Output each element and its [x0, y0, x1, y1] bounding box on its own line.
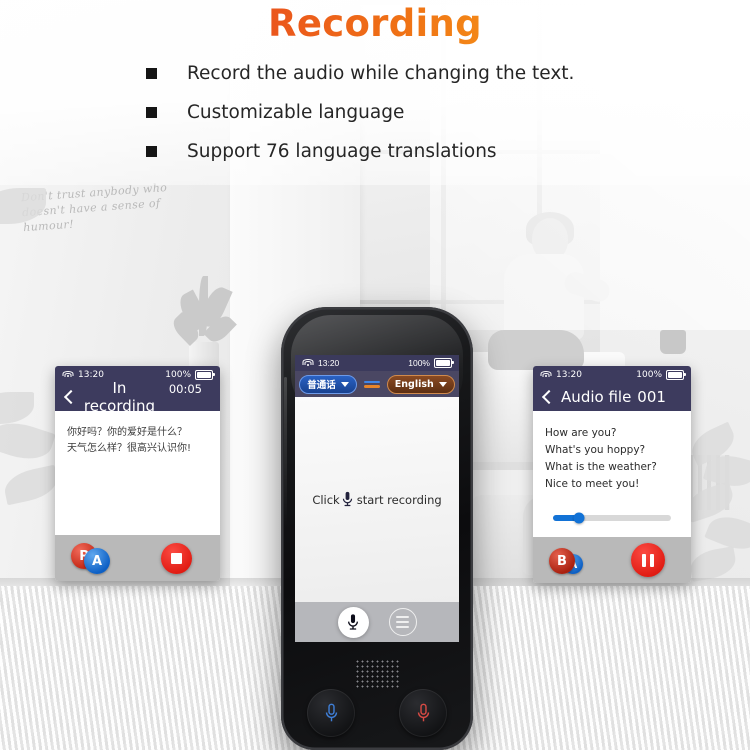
stop-recording-button[interactable]	[161, 542, 192, 574]
bullet-square-icon	[146, 107, 157, 118]
transcript-line: What's you hoppy?	[545, 444, 646, 456]
bullet-square-icon	[146, 68, 157, 79]
record-hint-prefix: Click	[312, 492, 340, 507]
hamburger-menu-icon	[396, 616, 409, 619]
transcript-line: 天气怎么样？很高兴认识你!	[67, 443, 192, 454]
nav-bar: Audio file 001	[533, 383, 691, 411]
microphone-icon	[347, 613, 359, 630]
wifi-icon	[302, 359, 313, 367]
language-badge-primary: B	[549, 548, 575, 574]
status-time: 13:20	[318, 358, 340, 368]
source-language-label: 普通话	[307, 380, 336, 391]
recording-timer: 00:05	[168, 382, 202, 396]
status-battery-percent: 100%	[408, 358, 430, 368]
language-pair-badge[interactable]: A B	[549, 545, 595, 575]
pause-playback-button[interactable]	[631, 543, 665, 577]
mug	[660, 330, 686, 354]
record-hint-suffix: start recording	[356, 492, 442, 507]
menu-button[interactable]	[388, 608, 417, 636]
nav-title: Audio file	[561, 388, 632, 406]
stop-icon	[171, 552, 182, 564]
status-battery-percent: 100%	[636, 369, 662, 380]
list-item-label: Record the audio while changing the text…	[187, 63, 575, 84]
device-bottom-bar	[295, 602, 459, 642]
microphone-icon	[417, 703, 429, 721]
battery-full-icon	[666, 369, 686, 380]
control-bar: P A	[55, 535, 220, 581]
screen-audio-file: 13:20 100% Audio file 001 How are you? W…	[533, 366, 691, 583]
microphone-icon	[342, 491, 352, 507]
page-title: Recording	[0, 2, 750, 45]
transcript-line: Nice to meet you!	[545, 478, 640, 490]
transcript-line: How are you?	[545, 427, 617, 439]
bullet-square-icon	[146, 146, 157, 157]
battery-full-icon	[195, 369, 215, 380]
record-hint: Click start recording	[312, 491, 442, 508]
slider-handle[interactable]	[573, 512, 585, 524]
transcript-area: How are you? What's you hoppy? What is t…	[533, 411, 691, 493]
pause-icon	[642, 553, 654, 567]
status-bar: 13:20 100%	[533, 366, 691, 383]
wifi-icon	[62, 370, 73, 379]
translator-device: 13:20 100% 普通话 English Click start recor…	[281, 307, 473, 750]
target-language-label: English	[394, 378, 434, 390]
list-item: Record the audio while changing the text…	[146, 62, 666, 85]
transcript-area: 你好吗？你的爱好是什么？ 天气怎么样？很高兴认识你!	[55, 411, 220, 457]
transcript-line: 你好吗？你的爱好是什么？	[67, 427, 187, 438]
transcript-line: What is the weather?	[545, 461, 657, 473]
record-button[interactable]	[337, 606, 369, 638]
nav-bar: In recording 00:05	[55, 379, 220, 415]
target-language-dropdown[interactable]: English	[386, 374, 455, 394]
right-mic-hardware-button[interactable]	[399, 689, 447, 737]
left-mic-hardware-button[interactable]	[307, 689, 355, 737]
swap-arrows-icon[interactable]	[363, 380, 380, 388]
nav-title: In recording	[83, 379, 155, 415]
source-language-dropdown[interactable]: 普通话	[299, 374, 357, 394]
status-battery-percent: 100%	[165, 369, 191, 380]
device-screen: 13:20 100% 普通话 English Click start recor…	[295, 355, 459, 642]
audio-file-number: 001	[637, 388, 666, 406]
feature-list: Record the audio while changing the text…	[146, 62, 666, 179]
device-content-area: Click start recording	[295, 397, 459, 602]
list-item: Customizable language	[146, 101, 666, 124]
list-item-label: Customizable language	[187, 102, 405, 123]
status-time: 13:20	[78, 369, 104, 380]
screen-in-recording: 13:20 100% In recording 00:05 你好吗？你的爱好是什…	[55, 366, 220, 581]
chevron-down-icon	[438, 381, 447, 387]
battery-full-icon	[434, 358, 454, 368]
list-item-label: Support 76 language translations	[187, 141, 497, 162]
chevron-down-icon	[340, 381, 349, 387]
playback-progress-slider[interactable]	[553, 512, 671, 524]
list-item: Support 76 language translations	[146, 140, 666, 163]
control-bar: A B	[533, 537, 691, 583]
status-bar: 13:20 100%	[295, 355, 459, 371]
status-time: 13:20	[556, 369, 582, 380]
microphone-icon	[325, 703, 337, 721]
language-selector-bar: 普通话 English	[295, 371, 459, 397]
language-badge-primary: A	[84, 548, 110, 574]
wifi-icon	[540, 370, 551, 379]
speaker-grille-icon	[355, 659, 399, 689]
language-pair-badge[interactable]: P A	[71, 543, 117, 574]
